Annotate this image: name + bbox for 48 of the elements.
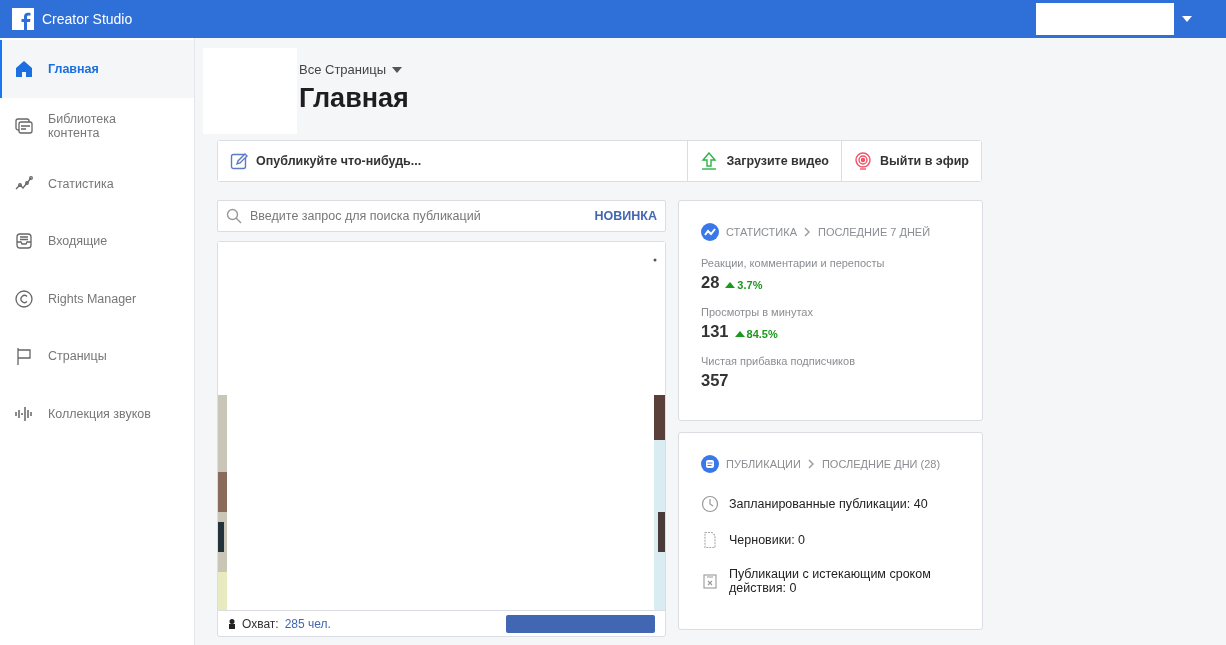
chevron-right-icon (807, 459, 815, 469)
publication-stat: Публикации с истекающим сроком действия: 0 (729, 567, 932, 595)
card-period: ПОСЛЕДНИЕ 7 ДНЕЙ (818, 226, 931, 238)
document-icon (701, 531, 719, 549)
chart-icon (701, 223, 719, 241)
publication-stat: Запланированные публикации: 40 (729, 497, 929, 511)
library-icon (14, 116, 34, 137)
publication-stat: Черновики: 0 (729, 533, 807, 547)
metric-label: Чистая прибавка подписчиков (701, 355, 856, 367)
reach-link[interactable]: 285 чел. (284, 616, 331, 631)
metric-change: 3.7% (725, 279, 763, 291)
search-input[interactable]: Введите запрос для поиска публикаций (248, 208, 589, 224)
edit-icon (230, 152, 248, 170)
inbox-icon (14, 231, 34, 252)
person-icon (228, 618, 236, 629)
metric-label: Реакции, комментарии и перепосты (701, 257, 886, 269)
caret-icon (1182, 16, 1192, 22)
search-icon (226, 208, 242, 224)
card-title: СТАТИСТИКА (726, 226, 797, 238)
metric-change: 84.5% (734, 328, 778, 340)
page-selector[interactable]: Все Страницы (299, 62, 409, 77)
metric-value: 357 (701, 371, 729, 390)
flag-icon (14, 346, 34, 367)
copyright-icon (14, 288, 34, 309)
search-field[interactable]: Введите запрос для поиска публикаций НОВИНКА (217, 200, 666, 232)
clock-icon (701, 495, 719, 513)
expired-document-icon (701, 572, 719, 590)
up-triangle-icon (734, 331, 745, 337)
page-title: Главная (299, 83, 409, 114)
metric-value: 131 (701, 322, 729, 341)
new-label: НОВИНКА (594, 209, 657, 223)
metric-label: Просмотры в минутах (701, 306, 814, 318)
app-title: Creator Studio (42, 11, 133, 27)
card-title: ПУБЛИКАЦИИ (726, 458, 801, 470)
card-period: ПОСЛЕДНИЕ ДНИ (28) (821, 458, 941, 470)
boost-button[interactable] (506, 614, 655, 633)
home-icon (14, 58, 34, 79)
reach-label: Охват: (242, 616, 279, 631)
facebook-logo-icon (12, 8, 34, 30)
message-icon (701, 455, 719, 473)
chevron-right-icon (804, 227, 811, 237)
sidebar-item[interactable]: Главная (0, 40, 194, 98)
action-button[interactable]: Выйти в эфир (841, 141, 981, 181)
metric-value: 28 (701, 273, 720, 292)
up-triangle-icon (725, 282, 736, 288)
upload-icon (700, 152, 719, 170)
live-icon (854, 152, 872, 170)
caret-icon (392, 66, 403, 73)
